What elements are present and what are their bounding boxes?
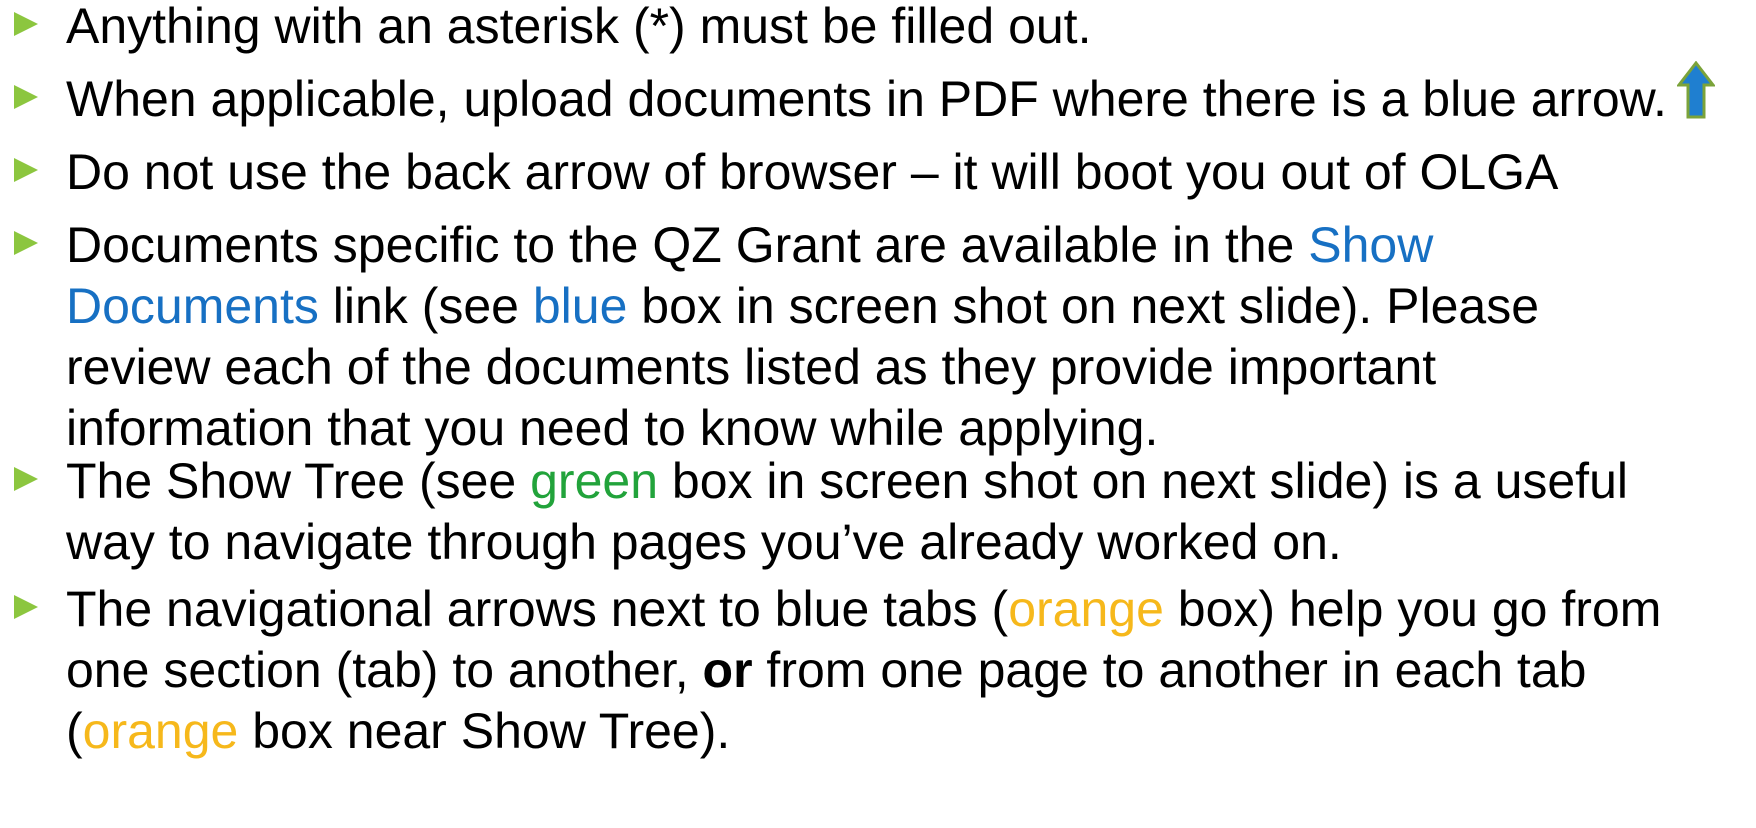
bold-or-word: or <box>702 642 753 698</box>
bullet-triangle-icon <box>14 231 38 255</box>
bullet-triangle-icon <box>14 85 38 109</box>
orange-highlight-word: orange <box>1008 581 1164 637</box>
bullet-text: Do not use the back arrow of browser – i… <box>66 144 1559 200</box>
bullet-triangle-icon <box>14 467 38 491</box>
upload-arrow-icon <box>1675 60 1716 133</box>
show-documents-link: Show <box>1308 217 1434 273</box>
orange-highlight-word: orange <box>82 703 239 759</box>
bullet-triangle-icon <box>14 158 38 182</box>
green-highlight-word: green <box>530 453 659 509</box>
show-documents-link: Documents <box>66 278 319 334</box>
bullet-text: Anything with an asterisk (*) must be fi… <box>66 0 1092 54</box>
blue-highlight-word: blue <box>532 278 628 334</box>
bullet-text: Documents specific to the QZ Grant are a… <box>66 217 1540 456</box>
bullet-text: When applicable, upload documents in PDF… <box>66 60 1746 133</box>
bullet-text: The Show Tree (see green box in screen s… <box>66 453 1628 570</box>
bullet-text: The navigational arrows next to blue tab… <box>66 581 1662 759</box>
bullet-triangle-icon <box>14 12 38 36</box>
bullet-triangle-icon <box>14 595 38 619</box>
